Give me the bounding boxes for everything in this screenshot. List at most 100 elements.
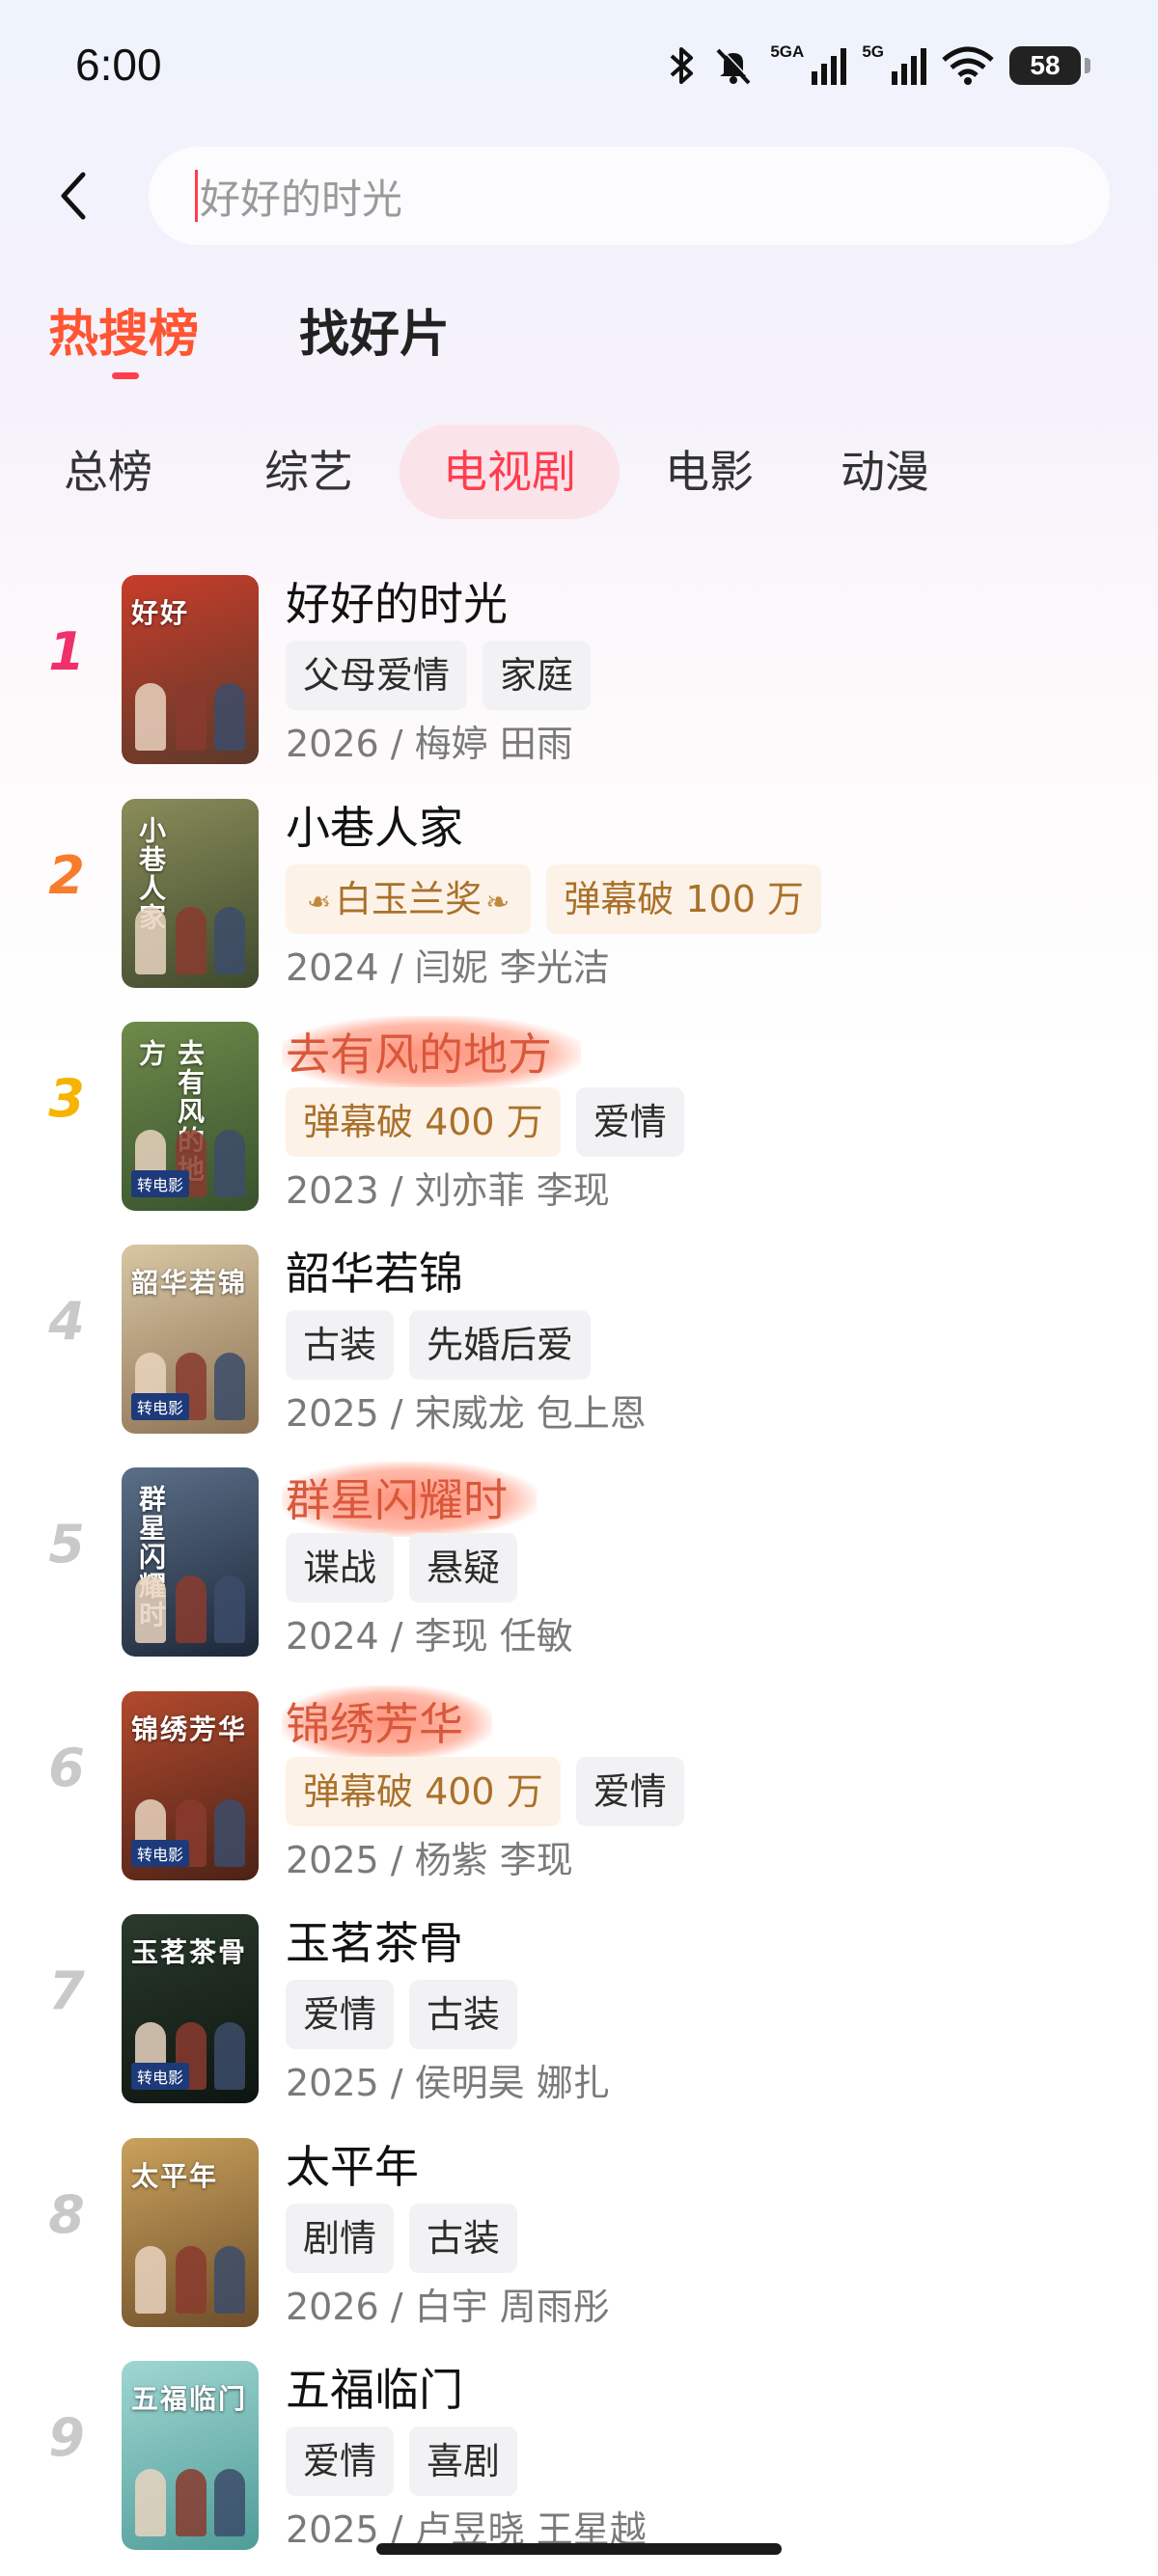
tag: 先婚后爱: [409, 1310, 592, 1380]
poster-image[interactable]: 韶华若锦 转电影: [122, 1245, 259, 1434]
list-item[interactable]: 1 好好 好好的时光父母爱情 家庭 2026 / 梅婷 田雨: [0, 569, 1158, 765]
tag: 剧情: [286, 2204, 395, 2273]
poster-figure: [214, 683, 245, 751]
show-title[interactable]: 好好的时光: [286, 569, 508, 633]
tag: 古装: [409, 2204, 518, 2273]
list-item[interactable]: 4 韶华若锦 转电影 韶华若锦 古装 先婚后爱 2025 / 宋威龙 包上恩: [0, 1239, 1158, 1435]
poster-title-art: 好好: [131, 597, 190, 629]
rank-number: 8: [48, 2184, 85, 2245]
list-item[interactable]: 5 群星闪耀时 群星闪耀时 谍战 悬疑 2024 / 李现 任敏: [0, 1462, 1158, 1658]
poster-title-art: 锦绣芳华: [131, 1713, 248, 1745]
status-bar: 6:00 5GA 5G 58: [0, 0, 1158, 135]
poster-figure: [214, 1130, 245, 1197]
show-title[interactable]: 去有风的地方: [282, 1016, 581, 1091]
list-item[interactable]: 8 太平年 太平年剧情 古装 2026 / 白宇 周雨彤: [0, 2132, 1158, 2328]
tab-hot-search[interactable]: 热搜榜: [48, 293, 199, 379]
poster-figure: [135, 2469, 166, 2536]
show-title[interactable]: 太平年: [286, 2132, 419, 2196]
show-title[interactable]: 韶华若锦: [286, 1239, 463, 1302]
poster-figure: [214, 2469, 245, 2536]
poster-title-art: 太平年: [131, 2160, 219, 2192]
show-title[interactable]: 五福临门: [286, 2355, 463, 2419]
category-tab-anime[interactable]: 动漫: [829, 425, 941, 519]
poster-image[interactable]: 小巷人家: [122, 799, 259, 988]
tag: 弹幕破 100 万: [546, 864, 821, 934]
rank-number: 1: [48, 621, 85, 682]
poster-figure: [176, 2246, 207, 2314]
show-title[interactable]: 群星闪耀时: [282, 1462, 537, 1537]
show-title[interactable]: 玉茗茶骨: [286, 1908, 463, 1972]
category-tab-movies[interactable]: 电影: [653, 425, 765, 519]
show-title[interactable]: 锦绣芳华: [282, 1685, 492, 1761]
laurel-right-icon: ❧: [485, 886, 510, 919]
tag: 弹幕破 400 万: [286, 1087, 561, 1157]
list-item[interactable]: 7 玉茗茶骨 转电影 玉茗茶骨 爱情 古装 2025 / 侯明昊 娜扎: [0, 1908, 1158, 2104]
rank-number: 5: [48, 1514, 85, 1575]
signal-5g-icon: [892, 46, 926, 85]
show-meta: 2026 / 白宇 周雨彤: [286, 2286, 610, 2328]
tag: 爱情: [286, 2426, 395, 2496]
show-meta: 2024 / 李现 任敏: [286, 1615, 573, 1658]
list-item[interactable]: 2 小巷人家 小巷人家 ❧ 白玉兰奖 ❧ 弹幕破 100 万 2024 / 闫妮 李光洁: [0, 793, 1158, 989]
poster-figure: [135, 907, 166, 974]
show-title[interactable]: 小巷人家: [286, 793, 463, 857]
search-input[interactable]: 好好的时光: [149, 147, 1110, 245]
poster-image[interactable]: 玉茗茶骨 转电影: [122, 1914, 259, 2103]
tag-list: ❧ 白玉兰奖 ❧ 弹幕破 100 万: [286, 864, 821, 934]
poster-figure: [176, 2469, 207, 2536]
list-item[interactable]: 6 锦绣芳华 转电影 锦绣芳华 弹幕破 400 万爱情 2025 / 杨紫 李现: [0, 1685, 1158, 1881]
poster-badge: 转电影: [131, 2063, 190, 2090]
list-item[interactable]: 3 去有风的地方 转电影 去有风的地方 弹幕破 400 万爱情 2023 / 刘亦菲 李现: [0, 1016, 1158, 1212]
category-tab-variety[interactable]: 综艺: [253, 425, 365, 519]
rank-number: 7: [48, 1960, 85, 2021]
poster-image[interactable]: 去有风的地方 转电影: [122, 1022, 259, 1211]
tag-list: 弹幕破 400 万爱情: [286, 1757, 684, 1826]
poster-figure: [214, 1799, 245, 1867]
bluetooth-icon: [668, 45, 697, 86]
tag: 悬疑: [409, 1533, 518, 1603]
battery-indicator: 58: [1009, 46, 1090, 85]
poster-title-art: 韶华若锦: [131, 1267, 248, 1299]
poster-title-art: 五福临门: [131, 2383, 248, 2415]
list-item[interactable]: 9 五福临门 五福临门 爱情 喜剧 2025 / 卢昱晓 王星越: [0, 2355, 1158, 2551]
show-meta: 2026 / 梅婷 田雨: [286, 723, 573, 765]
poster-image[interactable]: 好好: [122, 575, 259, 764]
mute-icon: [712, 44, 755, 87]
poster-title-art: 玉茗茶骨: [131, 1936, 248, 1968]
rank-number: 3: [48, 1068, 85, 1129]
rank-number: 6: [48, 1738, 85, 1798]
signal-5ga-icon: [812, 46, 847, 85]
category-tab-overall[interactable]: 总榜: [52, 425, 164, 519]
search-placeholder: 好好的时光: [200, 175, 403, 223]
poster-figure: [135, 683, 166, 751]
poster-figure: [214, 907, 245, 974]
tag-list: 爱情 喜剧: [286, 2426, 518, 2496]
chevron-left-icon: [61, 172, 86, 220]
tag: 喜剧: [409, 2426, 518, 2496]
poster-image[interactable]: 群星闪耀时: [122, 1467, 259, 1657]
poster-image[interactable]: 锦绣芳华 转电影: [122, 1691, 259, 1880]
award-tag: ❧ 白玉兰奖 ❧: [286, 864, 532, 934]
text-caret: [195, 170, 198, 222]
tag: 爱情: [575, 1087, 684, 1157]
tag-list: 父母爱情 家庭: [286, 641, 592, 710]
poster-badge: 转电影: [131, 1170, 190, 1197]
poster-image[interactable]: 太平年: [122, 2138, 259, 2327]
award-tag-label: 白玉兰奖: [335, 878, 482, 920]
tab-find-shows[interactable]: 找好片: [299, 293, 450, 366]
main-tabs: 热搜榜 找好片: [48, 293, 450, 379]
status-icons: 5GA 5G 58: [668, 41, 1090, 91]
tag-list: 弹幕破 400 万爱情: [286, 1087, 684, 1157]
poster-image[interactable]: 五福临门: [122, 2361, 259, 2550]
category-tabs: 总榜 综艺 电视剧 电影 动漫: [0, 425, 1158, 519]
show-meta: 2025 / 宋威龙 包上恩: [286, 1392, 647, 1435]
tag: 弹幕破 400 万: [286, 1757, 561, 1826]
category-tab-tv-series[interactable]: 电视剧: [400, 425, 620, 519]
show-meta: 2024 / 闫妮 李光洁: [286, 946, 610, 989]
back-button[interactable]: [44, 162, 102, 230]
poster-badge: 转电影: [131, 1393, 190, 1420]
poster-figure: [214, 1576, 245, 1643]
home-indicator[interactable]: [376, 2543, 782, 2555]
rank-number: 4: [48, 1291, 85, 1352]
tag: 爱情: [575, 1757, 684, 1826]
